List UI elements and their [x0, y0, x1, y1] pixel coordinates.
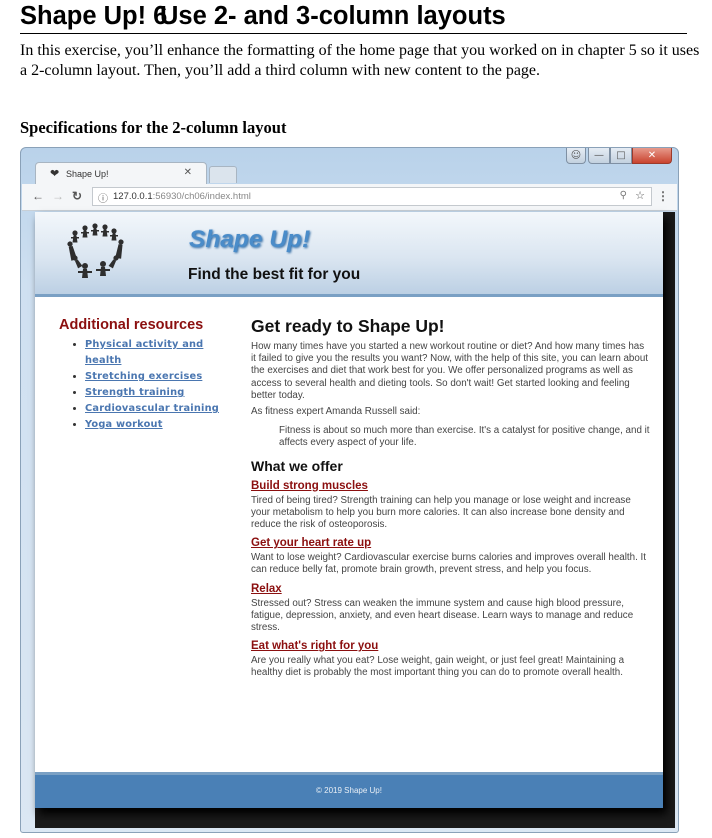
title-rule [20, 33, 687, 34]
resource-list: Physical activity and health Stretching … [59, 337, 239, 433]
link-cardiovascular-training[interactable]: Cardiovascular training [85, 403, 219, 414]
new-tab-button[interactable] [209, 166, 237, 183]
browser-tab[interactable]: ❤ Shape Up! ✕ [35, 162, 207, 184]
address-bar[interactable]: ⓘ 127.0.0.1:56930/ch06/index.html ⚲ ☆ [92, 187, 652, 206]
close-tab-icon[interactable]: ✕ [184, 167, 192, 178]
close-icon: ✕ [647, 150, 657, 161]
offer-text: Are you really what you eat? Lose weight… [251, 655, 625, 679]
offer-link-heart-rate[interactable]: Get your heart rate up [251, 537, 371, 549]
user-button[interactable]: ☺ [566, 148, 586, 164]
exercise-intro: In this exercise, you’ll enhance the for… [20, 42, 700, 79]
offer-text: Stressed out? Stress can weaken the immu… [251, 597, 634, 634]
site-header: Shape Up! Find the best fit for you [35, 212, 663, 297]
blockquote: Fitness is about so much more than exerc… [279, 425, 650, 449]
main-content: Get ready to Shape Up! How many times ha… [251, 316, 651, 680]
url-host: 127.0.0.1 [113, 191, 153, 202]
site-title: Shape Up! [189, 226, 311, 253]
site-footer: © 2019 Shape Up! [35, 772, 663, 808]
resource-item: Yoga workout [85, 417, 239, 433]
url-text: 127.0.0.1:56930/ch06/index.html [113, 191, 251, 202]
window-controls: ☺ — □ ✕ [566, 148, 672, 164]
offer-title: Build strong muscles [251, 480, 651, 492]
heart-icon: ❤ [50, 168, 60, 180]
link-yoga-workout[interactable]: Yoga workout [85, 419, 163, 430]
exercise-number: Shape Up! 6 [20, 2, 168, 30]
maximize-button[interactable]: □ [610, 148, 632, 164]
minimize-button[interactable]: — [588, 148, 610, 164]
offer-link-eat-right[interactable]: Eat what's right for you [251, 640, 378, 652]
resource-item: Stretching exercises [85, 369, 239, 385]
exercise-heading: Use 2- and 3-column layouts [160, 2, 506, 30]
info-icon[interactable]: ⓘ [98, 190, 108, 205]
sidebar: Additional resources Physical activity a… [59, 317, 239, 433]
offer-title: Eat what's right for you [251, 640, 651, 652]
offer-text: Tired of being tired? Strength training … [251, 494, 631, 531]
bookmark-star-icon[interactable]: ☆ [635, 189, 645, 202]
reload-icon[interactable]: ↻ [72, 189, 82, 203]
exercise-title: Shape Up! 6Use 2- and 3-column layouts [20, 2, 506, 31]
close-window-button[interactable]: ✕ [632, 148, 672, 164]
specifications-heading: Specifications for the 2-column layout [20, 118, 287, 137]
url-path: :56930/ch06/index.html [152, 191, 251, 202]
offer-link-muscles[interactable]: Build strong muscles [251, 480, 368, 492]
resource-item: Strength training [85, 385, 239, 401]
offer-heading: What we offer [251, 457, 343, 474]
sidebar-heading: Additional resources [59, 317, 204, 333]
main-intro: How many times have you started a new wo… [251, 341, 649, 401]
menu-icon[interactable]: ⋮ [657, 189, 669, 203]
logo-icon [67, 223, 124, 278]
resource-item: Cardiovascular training [85, 401, 239, 417]
resource-item: Physical activity and health [85, 337, 239, 369]
quote-intro: As fitness expert Amanda Russell said: [251, 406, 421, 418]
browser-window: ☺ — □ ✕ ❤ Shape Up! ✕ ← → ↻ ⓘ 127.0.0.1:… [20, 147, 679, 833]
main-heading: Get ready to Shape Up! [251, 316, 445, 336]
minimize-icon: — [594, 150, 604, 161]
offer-title: Relax [251, 583, 651, 595]
forward-icon[interactable]: → [52, 189, 64, 203]
offer-text: Want to lose weight? Cardiovascular exer… [251, 552, 646, 576]
back-icon[interactable]: ← [32, 189, 44, 203]
web-page: Shape Up! Find the best fit for you Addi… [35, 212, 663, 808]
copyright-text: © 2019 Shape Up! [316, 786, 382, 795]
user-icon: ☺ [570, 150, 582, 161]
browser-toolbar: ← → ↻ ⓘ 127.0.0.1:56930/ch06/index.html … [22, 184, 677, 211]
link-strength-training[interactable]: Strength training [85, 387, 184, 398]
site-tagline: Find the best fit for you [188, 266, 361, 283]
zoom-icon[interactable]: ⚲ [620, 190, 627, 201]
tab-title: Shape Up! [66, 169, 109, 179]
maximize-icon: □ [616, 150, 626, 161]
offer-link-relax[interactable]: Relax [251, 583, 282, 595]
link-stretching-exercises[interactable]: Stretching exercises [85, 371, 202, 382]
link-physical-activity[interactable]: Physical activity and health [85, 339, 203, 366]
page-viewport: Shape Up! Find the best fit for you Addi… [35, 212, 675, 828]
offer-title: Get your heart rate up [251, 537, 651, 549]
